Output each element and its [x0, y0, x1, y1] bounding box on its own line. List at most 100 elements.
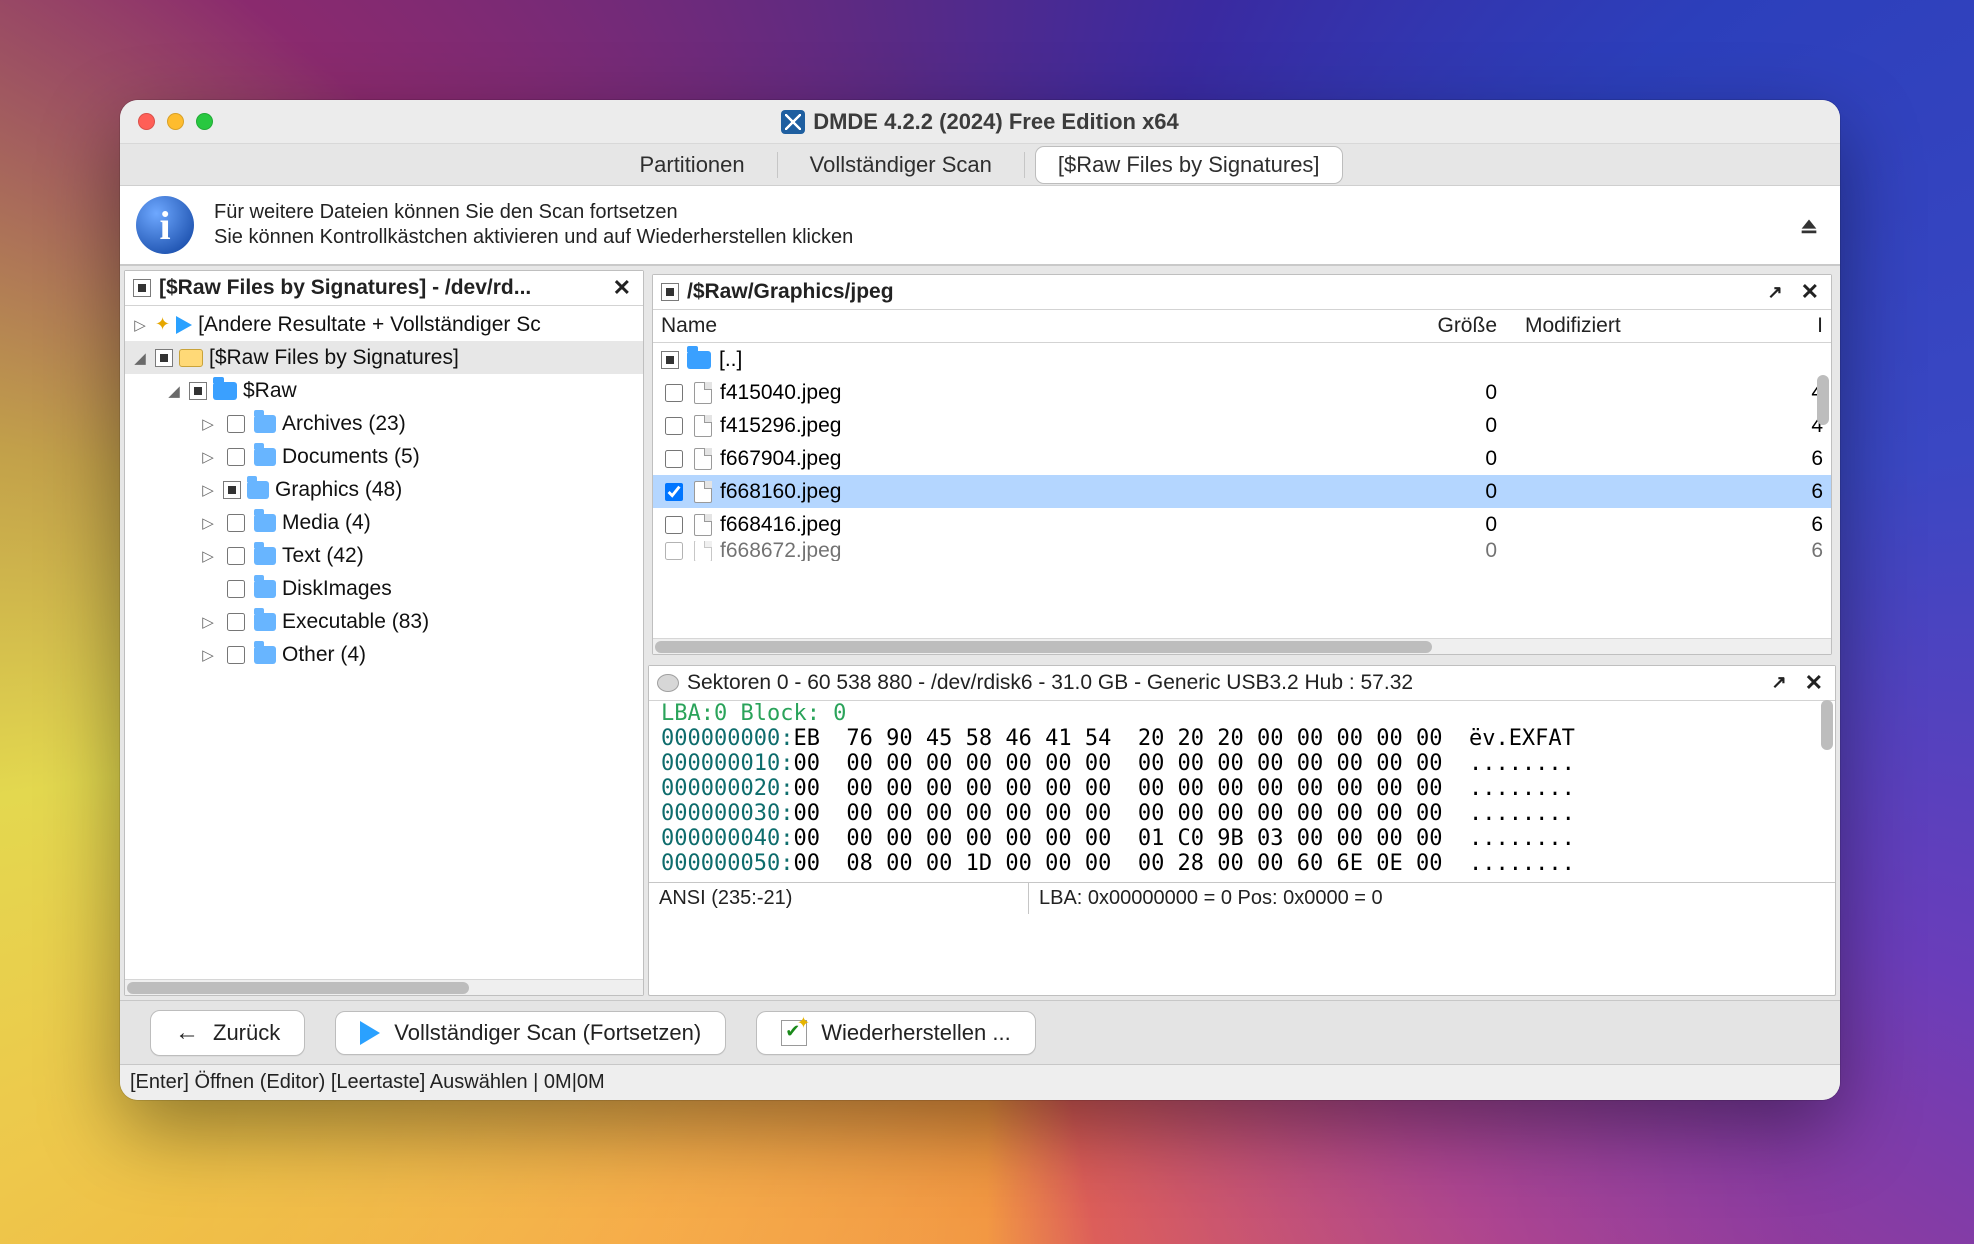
collapse-icon[interactable]: ◢	[165, 382, 183, 400]
checkbox-indeterminate-icon[interactable]	[133, 279, 151, 297]
checkbox[interactable]	[227, 547, 245, 565]
checkbox[interactable]	[227, 580, 245, 598]
tree-row-category[interactable]: ▷Other (4)	[125, 638, 643, 671]
status-bar: [Enter] Öffnen (Editor) [Leertaste] Ausw…	[120, 1064, 1840, 1100]
column-size[interactable]: Größe	[1407, 314, 1517, 338]
recover-button[interactable]: Wiederherstellen ...	[756, 1011, 1036, 1055]
column-headers[interactable]: Name Größe Modifiziert I	[653, 310, 1831, 343]
zoom-window-button[interactable]	[196, 113, 213, 130]
file-pane-header: /$Raw/Graphics/jpeg ↗ ✕	[653, 275, 1831, 310]
expand-icon[interactable]: ▷	[199, 481, 217, 499]
info-line-1: Für weitere Dateien können Sie den Scan …	[214, 201, 853, 224]
titlebar: DMDE 4.2.2 (2024) Free Edition x64	[120, 100, 1840, 144]
file-row[interactable]: f668672.jpeg06	[653, 541, 1831, 561]
tree-row-category[interactable]: DiskImages	[125, 572, 643, 605]
close-icon[interactable]: ✕	[1797, 279, 1823, 305]
tree-label: Text (42)	[282, 544, 364, 568]
vertical-scrollbar[interactable]	[1821, 700, 1833, 961]
file-row-updir[interactable]: [..]	[653, 343, 1831, 376]
checkbox[interactable]	[665, 516, 683, 534]
close-window-button[interactable]	[138, 113, 155, 130]
expand-icon[interactable]: ▷	[199, 613, 217, 631]
expand-icon[interactable]: ▷	[131, 316, 149, 334]
expand-icon[interactable]: ▷	[199, 448, 217, 466]
document-icon	[694, 448, 712, 470]
file-row[interactable]: f415040.jpeg04	[653, 376, 1831, 409]
expand-icon[interactable]: ▷	[199, 646, 217, 664]
tab-raw-files[interactable]: [$Raw Files by Signatures]	[1035, 146, 1343, 184]
arrow-left-icon: ←	[175, 1019, 199, 1047]
horizontal-scrollbar[interactable]	[653, 638, 1831, 654]
tree-row-category[interactable]: ▷ Graphics (48)	[125, 473, 643, 506]
checkbox-indeterminate-icon[interactable]	[189, 382, 207, 400]
checkbox[interactable]	[227, 448, 245, 466]
file-row[interactable]: f415296.jpeg04	[653, 409, 1831, 442]
hex-body[interactable]: 000000000:EB 76 90 45 58 46 41 54 20 20 …	[649, 726, 1835, 882]
column-name[interactable]: Name	[661, 314, 1399, 338]
tree-row-raw-signatures[interactable]: ◢ [$Raw Files by Signatures]	[125, 341, 643, 374]
checkbox[interactable]	[665, 384, 683, 402]
close-icon[interactable]: ✕	[1801, 670, 1827, 696]
back-button[interactable]: ← Zurück	[150, 1010, 305, 1056]
eject-icon[interactable]	[1798, 214, 1820, 236]
document-icon	[694, 382, 712, 404]
tab-partitions[interactable]: Partitionen	[617, 147, 766, 183]
horizontal-scrollbar[interactable]	[125, 979, 643, 995]
checkbox[interactable]	[227, 514, 245, 532]
left-pane-title: [$Raw Files by Signatures] - /dev/rd...	[159, 276, 531, 300]
checkbox-indeterminate-icon[interactable]	[223, 481, 241, 499]
tree-row-category[interactable]: ▷Media (4)	[125, 506, 643, 539]
minimize-window-button[interactable]	[167, 113, 184, 130]
tree-row-category[interactable]: ▷Documents (5)	[125, 440, 643, 473]
expand-icon[interactable]: ▷	[199, 415, 217, 433]
tree[interactable]: ▷ ✦ [Andere Resultate + Vollständiger Sc…	[125, 306, 643, 979]
tab-fullscan[interactable]: Vollständiger Scan	[788, 147, 1014, 183]
file-row[interactable]: f668160.jpeg06	[653, 475, 1831, 508]
folder-icon	[254, 448, 276, 466]
right-column: /$Raw/Graphics/jpeg ↗ ✕ Name Größe Modif…	[648, 270, 1836, 996]
expand-icon[interactable]: ▷	[199, 547, 217, 565]
column-id[interactable]: I	[1793, 314, 1823, 338]
file-list-pane: /$Raw/Graphics/jpeg ↗ ✕ Name Größe Modif…	[652, 274, 1832, 655]
folder-open-icon	[179, 349, 203, 367]
file-name: f668160.jpeg	[720, 480, 1399, 504]
tree-row-raw[interactable]: ◢ $Raw	[125, 374, 643, 407]
document-icon	[694, 514, 712, 536]
file-size: 0	[1407, 513, 1517, 537]
checkbox[interactable]	[227, 646, 245, 664]
file-name: f668416.jpeg	[720, 513, 1399, 537]
hex-pane: Sektoren 0 - 60 538 880 - /dev/rdisk6 - …	[648, 665, 1836, 996]
hex-status-bar: ANSI (235:-21) LBA: 0x00000000 = 0 Pos: …	[649, 882, 1835, 914]
file-row[interactable]: f668416.jpeg06	[653, 508, 1831, 541]
column-date[interactable]: Modifiziert	[1525, 314, 1785, 338]
left-pane-header: [$Raw Files by Signatures] - /dev/rd... …	[125, 271, 643, 306]
app-logo-icon	[781, 110, 805, 134]
left-pane: [$Raw Files by Signatures] - /dev/rd... …	[124, 270, 644, 996]
document-icon	[694, 481, 712, 503]
tree-row-category[interactable]: ▷Archives (23)	[125, 407, 643, 440]
checkbox-indeterminate-icon[interactable]	[661, 283, 679, 301]
close-icon[interactable]: ✕	[609, 275, 635, 301]
vertical-scrollbar[interactable]	[1817, 375, 1829, 636]
checkbox[interactable]	[227, 613, 245, 631]
tree-row-other-results[interactable]: ▷ ✦ [Andere Resultate + Vollständiger Sc	[125, 308, 643, 341]
checkbox[interactable]	[227, 415, 245, 433]
expand-icon[interactable]: ▷	[199, 514, 217, 532]
checkbox[interactable]	[665, 417, 683, 435]
checkbox[interactable]	[665, 483, 683, 501]
tree-row-category[interactable]: ▷ Text (42)	[125, 539, 643, 572]
expand-icon[interactable]: ↗	[1761, 282, 1788, 303]
tree-label: Graphics (48)	[275, 478, 402, 502]
file-row[interactable]: f667904.jpeg06	[653, 442, 1831, 475]
file-list[interactable]: [..] f415040.jpeg04f415296.jpeg04f667904…	[653, 343, 1831, 638]
folder-icon	[254, 514, 276, 532]
tree-row-category[interactable]: ▷Executable (83)	[125, 605, 643, 638]
continue-scan-button[interactable]: Vollständiger Scan (Fortsetzen)	[335, 1011, 726, 1055]
collapse-icon[interactable]: ◢	[131, 349, 149, 367]
checkbox[interactable]	[665, 450, 683, 468]
checkbox[interactable]	[665, 542, 683, 560]
expand-icon[interactable]: ↗	[1765, 672, 1792, 693]
file-size: 0	[1407, 381, 1517, 405]
checkbox-indeterminate-icon[interactable]	[661, 351, 679, 369]
checkbox-indeterminate-icon[interactable]	[155, 349, 173, 367]
